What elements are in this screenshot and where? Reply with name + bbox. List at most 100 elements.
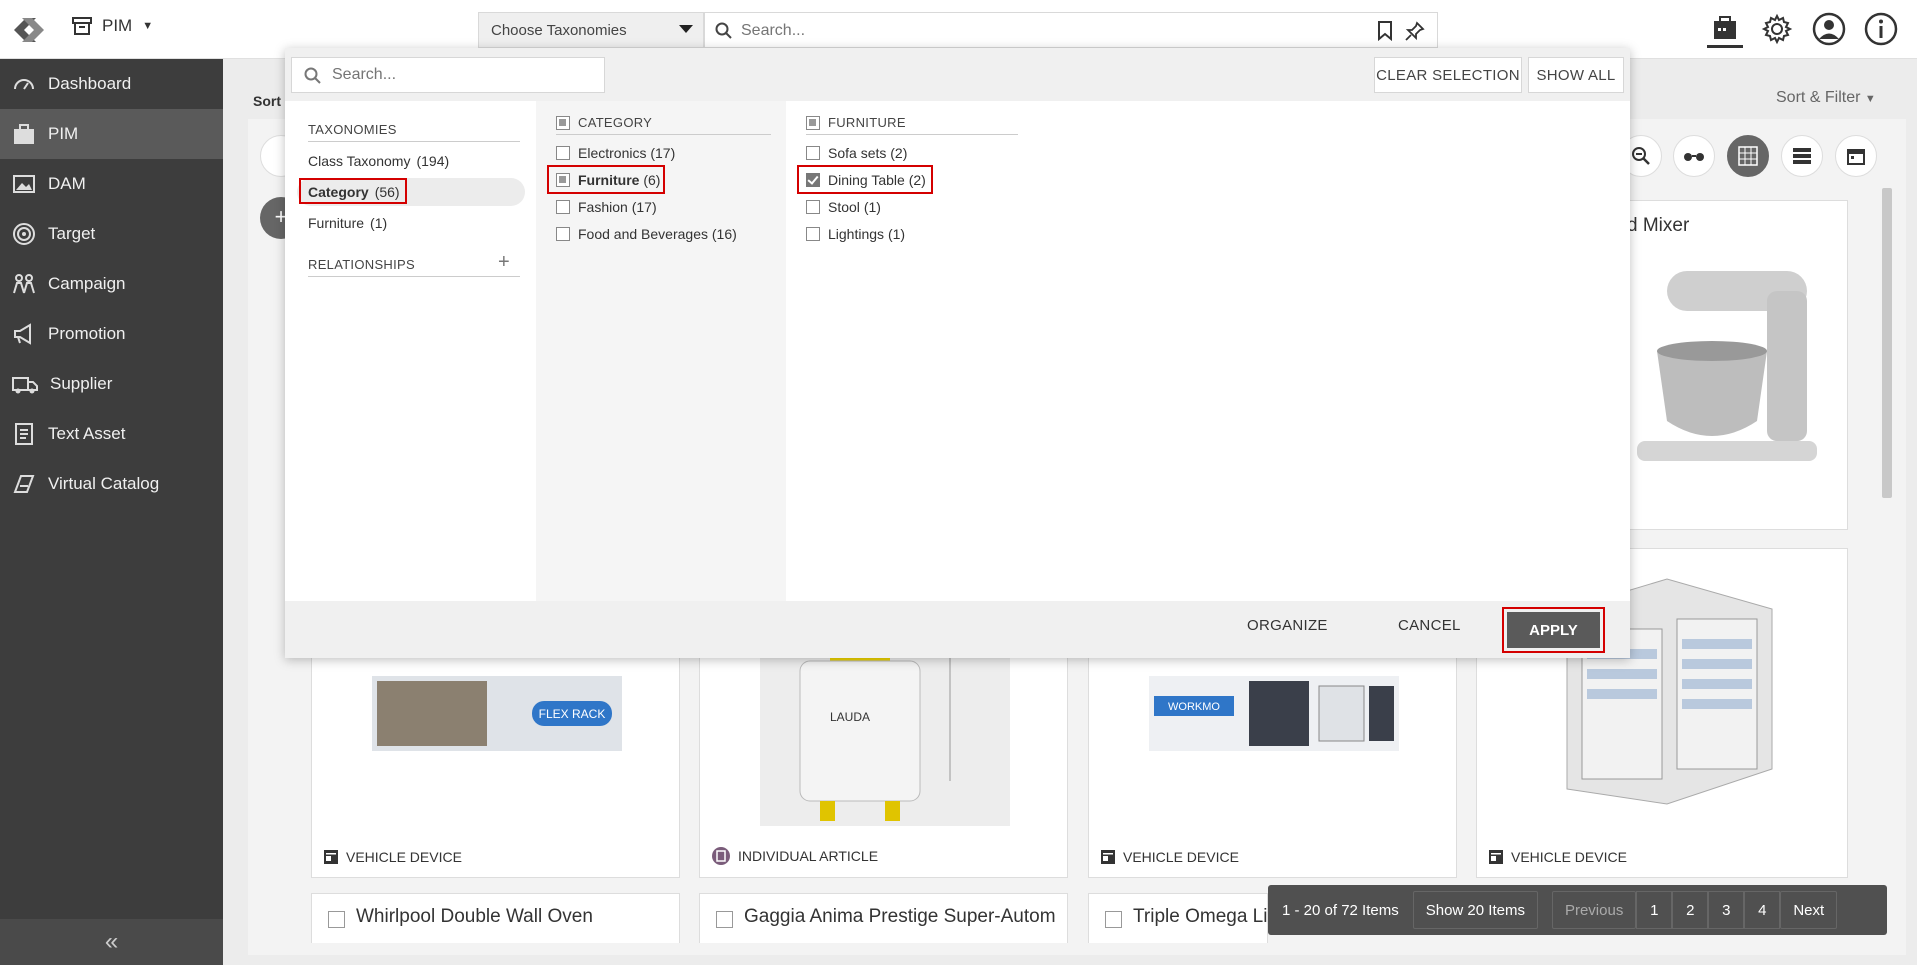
page-4-button[interactable]: 4 [1744, 891, 1781, 929]
taxonomy-search-box [291, 57, 605, 93]
checkbox[interactable] [556, 227, 570, 241]
product-card[interactable]: Gaggia Anima Prestige Super-Autom [699, 893, 1068, 943]
app-name: PIM [102, 16, 133, 35]
sort-filter-button[interactable]: Sort & Filter ▼ [1776, 89, 1876, 107]
product-card[interactable]: Whirlpool Double Wall Oven [311, 893, 680, 943]
taxonomy-search-input[interactable] [332, 64, 592, 86]
taxonomy-label: Furniture [308, 215, 365, 231]
checkbox[interactable] [556, 146, 570, 160]
clear-selection-button[interactable]: CLEAR SELECTION [1374, 57, 1522, 93]
collapse-sidebar-icon[interactable]: « [0, 919, 223, 965]
sidebar-item-label: DAM [48, 174, 86, 193]
scrollbar[interactable] [1882, 188, 1892, 498]
settings-gear-icon[interactable] [1759, 10, 1795, 48]
product-card[interactable]: Triple Omega Li [1088, 893, 1268, 943]
sidebar-item-label: Promotion [48, 324, 126, 343]
category-item[interactable]: Fashion (17) [556, 199, 657, 215]
sidebar-item-label: Campaign [48, 274, 126, 293]
highlight-box [547, 165, 665, 194]
product-card[interactable]: LAUDA INDIVIDUAL ARTICLE [699, 620, 1068, 878]
tasks-icon[interactable] [1707, 10, 1743, 48]
item-count: (1) [887, 226, 906, 242]
top-search-input[interactable] [741, 19, 1341, 43]
previous-button[interactable]: Previous [1551, 891, 1637, 929]
taxonomy-label: Class Taxonomy [308, 153, 411, 169]
checkbox[interactable] [806, 227, 820, 241]
sidebar-item-text-asset[interactable]: Text Asset [0, 409, 223, 459]
sort-filter-label: Sort & Filter [1776, 89, 1861, 106]
checkbox[interactable] [806, 146, 820, 160]
product-type: VEHICLE DEVICE [324, 849, 462, 865]
category-item[interactable]: Food and Beverages (16) [556, 226, 737, 242]
taxonomies-column: TAXONOMIES Class Taxonomy (194) Category(… [285, 101, 536, 601]
app-logo-icon[interactable] [6, 10, 52, 50]
show-items-button[interactable]: Show 20 Items [1412, 891, 1538, 929]
document-icon [15, 423, 33, 445]
item-count: (1) [863, 199, 881, 215]
category-item[interactable]: Electronics (17) [556, 145, 675, 161]
furniture-item[interactable]: Lightings (1) [806, 226, 905, 242]
top-right-icons [1707, 10, 1899, 48]
sidebar-item-pim[interactable]: PIM [0, 109, 223, 159]
calendar-icon [1847, 149, 1865, 165]
taxonomy-item[interactable]: Class Taxonomy (194) [308, 153, 449, 169]
vehicle-device-icon [1101, 850, 1115, 864]
furniture-select-all-checkbox[interactable] [806, 115, 820, 130]
truck-icon [12, 377, 38, 394]
product-card[interactable]: WORKMO VEHICLE DEVICE [1088, 620, 1457, 878]
furniture-column: FURNITURE Sofa sets (2) Dining Table (2)… [786, 101, 1630, 601]
taxonomy-item[interactable]: Furniture (1) [308, 215, 387, 231]
view-button[interactable] [1673, 135, 1715, 177]
furniture-title: FURNITURE [828, 115, 906, 130]
sidebar-item-target[interactable]: Target [0, 209, 223, 259]
organize-button[interactable]: ORGANIZE [1247, 617, 1328, 634]
item-count: (17) [650, 145, 676, 161]
next-button[interactable]: Next [1780, 891, 1838, 929]
checkbox[interactable] [806, 200, 820, 214]
card-checkbox[interactable] [328, 911, 345, 928]
page-1-button[interactable]: 1 [1636, 891, 1673, 929]
pim-icon [14, 124, 34, 144]
checkbox[interactable] [556, 200, 570, 214]
item-label: Food and Beverages [578, 226, 708, 242]
sidebar-item-virtual-catalog[interactable]: Virtual Catalog [0, 459, 223, 509]
cancel-button[interactable]: CANCEL [1398, 617, 1461, 634]
product-type-label: VEHICLE DEVICE [1511, 849, 1627, 865]
pin-icon[interactable] [1405, 21, 1425, 41]
page-3-button[interactable]: 3 [1708, 891, 1745, 929]
info-icon[interactable] [1863, 10, 1899, 48]
show-all-button[interactable]: SHOW ALL [1528, 57, 1624, 93]
sidebar-item-promotion[interactable]: Promotion [0, 309, 223, 359]
sidebar-item-supplier[interactable]: Supplier [0, 359, 223, 409]
app-switcher[interactable]: PIM ▼ [72, 16, 153, 36]
product-card[interactable]: FLEX RACK VEHICLE DEVICE [311, 620, 680, 878]
list-view-button[interactable] [1781, 135, 1823, 177]
vehicle-device-icon [1489, 850, 1503, 864]
sidebar-item-campaign[interactable]: Campaign [0, 259, 223, 309]
furniture-item[interactable]: Stool (1) [806, 199, 881, 215]
flex-rack-image: FLEX RACK [372, 676, 622, 751]
card-checkbox[interactable] [716, 911, 733, 928]
bookmark-icon[interactable] [1377, 21, 1393, 41]
card-checkbox[interactable] [1105, 911, 1122, 928]
user-profile-icon[interactable] [1811, 10, 1847, 48]
furniture-item[interactable]: Sofa sets (2) [806, 145, 907, 161]
add-relationship-icon[interactable]: + [498, 251, 510, 274]
choose-taxonomies-select[interactable]: Choose Taxonomies [478, 12, 704, 48]
archive-icon [72, 17, 92, 35]
product-type: VEHICLE DEVICE [1489, 849, 1627, 865]
dropdown-arrow-icon [679, 25, 693, 33]
apply-button[interactable]: APPLY [1507, 612, 1600, 648]
grid-view-button[interactable] [1727, 135, 1769, 177]
sidebar-item-dam[interactable]: DAM [0, 159, 223, 209]
caret-down-icon: ▼ [1864, 93, 1876, 105]
sidebar-item-label: PIM [48, 124, 79, 143]
item-count: (16) [711, 226, 737, 242]
page-2-button[interactable]: 2 [1672, 891, 1709, 929]
zoom-out-icon [1632, 147, 1650, 165]
sidebar-item-dashboard[interactable]: Dashboard [0, 59, 223, 109]
individual-article-icon [712, 847, 730, 865]
category-select-all-checkbox[interactable] [556, 115, 570, 130]
calendar-view-button[interactable] [1835, 135, 1877, 177]
taxonomy-count: (1) [370, 215, 388, 231]
